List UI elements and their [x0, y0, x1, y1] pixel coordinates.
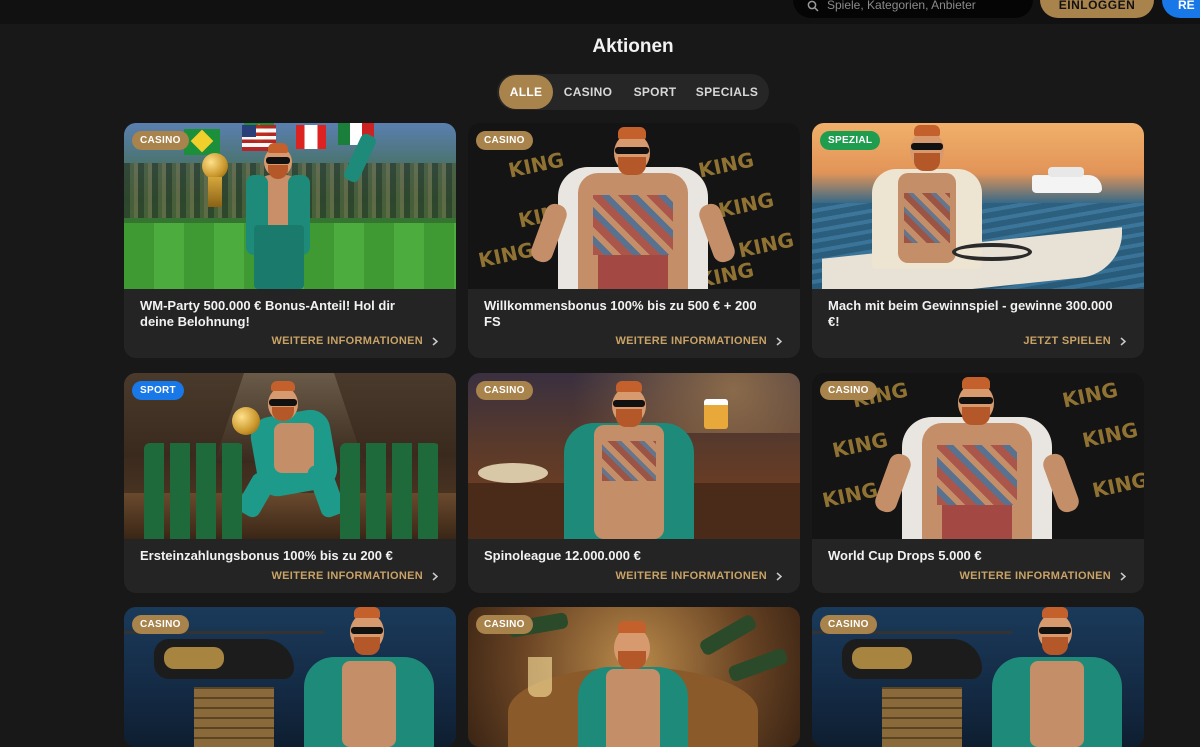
banner-text: KING — [820, 477, 880, 513]
promo-card[interactable]: SPEZIAL Mach mit beim Gewinnspiel - gewi… — [812, 123, 1144, 358]
promo-image-champagne-bowling: SPORT — [124, 373, 456, 539]
promo-image-world-cup-drops: KING KING KING KING KING KING CASINO — [812, 373, 1144, 539]
cta-label: WEITERE INFORMATIONEN — [271, 570, 423, 582]
chevron-right-icon — [432, 571, 438, 581]
promo-title: Mach mit beim Gewinnspiel - gewinne 300.… — [828, 298, 1113, 329]
cta-label: WEITERE INFORMATIONEN — [271, 335, 423, 347]
promo-card[interactable]: KING KING KING KING KING KING KING CASIN… — [468, 123, 800, 358]
promo-card[interactable]: CASINO WM-Party 500.000 € Bonus-Anteil! … — [124, 123, 456, 358]
banner-text: KING — [696, 147, 756, 183]
login-button[interactable]: EINLOGGEN — [1040, 0, 1154, 18]
promo-image-boat-giveaway: SPEZIAL — [812, 123, 1144, 289]
more-info-link[interactable]: WEITERE INFORMATIONEN — [271, 570, 438, 582]
page-title: Aktionen — [592, 36, 674, 57]
chevron-right-icon — [776, 571, 782, 581]
promo-card[interactable]: KING KING KING KING KING KING CASINO Wor… — [812, 373, 1144, 593]
cta-label: WEITERE INFORMATIONEN — [615, 335, 767, 347]
banner-text: KING — [476, 237, 536, 273]
category-badge: CASINO — [476, 381, 533, 400]
play-now-link[interactable]: JETZT SPIELEN — [1023, 335, 1126, 347]
chevron-right-icon — [432, 336, 438, 346]
promo-title: WM-Party 500.000 € Bonus-Anteil! Hol dir… — [140, 298, 395, 329]
banner-text: KING — [1090, 467, 1144, 503]
chevron-right-icon — [1120, 571, 1126, 581]
more-info-link[interactable]: WEITERE INFORMATIONEN — [271, 335, 438, 347]
chevron-right-icon — [776, 336, 782, 346]
category-badge: CASINO — [132, 131, 189, 150]
tab-alle[interactable]: ALLE — [499, 75, 553, 109]
promo-image-champagne: CASINO — [468, 607, 800, 747]
category-badge: CASINO — [132, 615, 189, 634]
promo-image-helicopter: CASINO — [124, 607, 456, 747]
banner-text: KING — [736, 227, 796, 263]
more-info-link[interactable]: WEITERE INFORMATIONEN — [615, 335, 782, 347]
chevron-right-icon — [1120, 336, 1126, 346]
promo-title: Willkommensbonus 100% bis zu 500 € + 200… — [484, 298, 757, 329]
promo-card[interactable]: CASINO — [468, 607, 800, 747]
category-badge: CASINO — [476, 615, 533, 634]
tab-sport[interactable]: SPORT — [623, 75, 687, 109]
banner-text: KING — [1060, 377, 1120, 413]
search-icon — [807, 0, 819, 12]
filter-tabs: ALLE CASINO SPORT SPECIALS — [497, 74, 769, 110]
cta-label: WEITERE INFORMATIONEN — [959, 570, 1111, 582]
promo-card[interactable]: CASINO — [124, 607, 456, 747]
promo-image-king-welcome: KING KING KING KING KING KING KING CASIN… — [468, 123, 800, 289]
cta-label: JETZT SPIELEN — [1023, 335, 1111, 347]
promo-title: Ersteinzahlungsbonus 100% bis zu 200 € — [140, 548, 393, 563]
banner-text: KING — [830, 427, 890, 463]
tab-casino[interactable]: CASINO — [553, 75, 623, 109]
banner-text: KING — [1080, 417, 1140, 453]
promo-image-helicopter: CASINO — [812, 607, 1144, 747]
banner-text: KING — [716, 187, 776, 223]
promo-image-spinoleague-beer: CASINO — [468, 373, 800, 539]
category-badge: CASINO — [820, 615, 877, 634]
category-badge: SPEZIAL — [820, 131, 881, 150]
tab-specials[interactable]: SPECIALS — [687, 75, 767, 109]
promo-title: World Cup Drops 5.000 € — [828, 548, 982, 563]
promo-card[interactable]: SPORT Ersteinzahlungsbonus 100% bis zu 2… — [124, 373, 456, 593]
promo-card[interactable]: CASINO Spinoleague 12.000.000 € WEITERE … — [468, 373, 800, 593]
category-badge: CASINO — [476, 131, 533, 150]
promo-title: Spinoleague 12.000.000 € — [484, 548, 641, 563]
search-input[interactable]: Spiele, Kategorien, Anbieter — [793, 0, 1033, 18]
promo-card[interactable]: CASINO — [812, 607, 1144, 747]
search-placeholder: Spiele, Kategorien, Anbieter — [827, 0, 976, 12]
promo-image-world-cup-party: CASINO — [124, 123, 456, 289]
cta-label: WEITERE INFORMATIONEN — [615, 570, 767, 582]
more-info-link[interactable]: WEITERE INFORMATIONEN — [615, 570, 782, 582]
banner-text: KING — [506, 147, 566, 183]
more-info-link[interactable]: WEITERE INFORMATIONEN — [959, 570, 1126, 582]
category-badge: SPORT — [132, 381, 184, 400]
category-badge: CASINO — [820, 381, 877, 400]
